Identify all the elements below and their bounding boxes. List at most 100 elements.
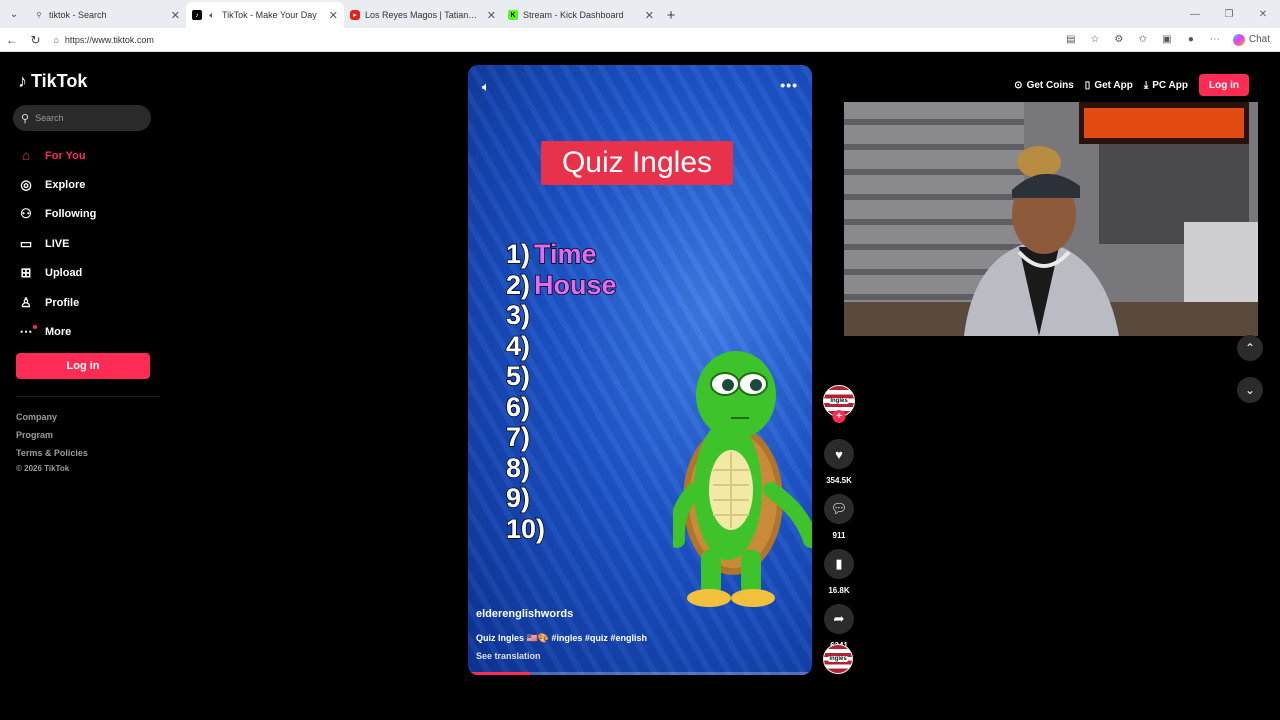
footer-link-company[interactable]: Company — [16, 408, 88, 426]
previous-video-button[interactable]: ⌃ — [1237, 335, 1263, 361]
following-icon: ⚇ — [20, 206, 32, 222]
like-action[interactable]: ♥ 354.5K — [821, 439, 857, 485]
quiz-item-number: 8) — [505, 452, 531, 483]
close-icon[interactable]: ✕ — [325, 9, 338, 22]
sidebar-login-button[interactable]: Log in — [16, 353, 150, 379]
share-icon[interactable]: ➦ — [824, 604, 854, 634]
sidebar-footer: Company Program Terms & Policies © 2026 … — [16, 408, 88, 476]
creator-avatar[interactable]: Inglés + — [823, 385, 855, 423]
site-info-icon[interactable]: ⌂ — [53, 35, 58, 45]
comment-count: 911 — [832, 531, 846, 540]
get-app-label: Get App — [1094, 79, 1133, 91]
profile-avatar-icon[interactable]: ● — [1181, 30, 1201, 50]
next-video-button[interactable]: ⌄ — [1237, 377, 1263, 403]
close-icon[interactable]: ✕ — [483, 9, 496, 22]
favorite-star-icon[interactable]: ☆ — [1085, 30, 1105, 50]
refresh-icon[interactable]: ↻ — [24, 28, 48, 52]
get-app-link[interactable]: ▯ Get App — [1085, 80, 1133, 91]
music-disc-avatar[interactable]: Inglés — [823, 644, 853, 674]
sidebar-item-upload[interactable]: ⊞ Upload — [17, 259, 167, 288]
extensions-icon[interactable]: ⚙ — [1109, 30, 1129, 50]
see-translation-link[interactable]: See translation — [476, 651, 541, 661]
tab-kick[interactable]: K Stream - Kick Dashboard ✕ — [502, 2, 660, 28]
save-action[interactable]: ▮ 16.8K — [821, 549, 857, 595]
tab-tiktok[interactable]: ♪ 🔈︎ TikTok - Make Your Day ✕ — [186, 2, 344, 28]
video-caption: Quiz Ingles 🇺🇸🎨 #ingles #quiz #english — [476, 633, 647, 643]
quiz-item-number: 7) — [505, 421, 531, 452]
quiz-item: 5) — [505, 360, 617, 391]
sidebar-item-label: Explore — [45, 179, 86, 192]
browser-window: ⌄ ⚲ tiktok - Search ✕ ♪ 🔈︎ TikTok - Make… — [0, 0, 1280, 720]
url-field[interactable]: ⌂ https://www.tiktok.com — [53, 30, 1060, 50]
close-window-icon[interactable]: ✕ — [1246, 0, 1280, 28]
avatar-badge: Inglés — [829, 398, 849, 404]
tab-tiktok-search[interactable]: ⚲ tiktok - Search ✕ — [28, 2, 186, 28]
quiz-item-number: 5) — [505, 360, 531, 391]
chevron-down-icon: ⌄ — [1244, 383, 1256, 397]
quiz-item-number: 10) — [505, 513, 546, 544]
webcam-overlay-image — [844, 102, 1258, 336]
get-coins-label: Get Coins — [1026, 79, 1074, 91]
search-input[interactable]: ⚲ Search — [13, 105, 151, 131]
sidebar-item-profile[interactable]: ♙ Profile — [17, 288, 167, 317]
tiktok-page: ♪ TikTok ⚲ Search ⌂ For You ◎ Explore ⚇ … — [3, 53, 1277, 686]
upload-icon: ⊞ — [20, 265, 32, 281]
close-icon[interactable]: ✕ — [167, 9, 180, 22]
sidebar-item-label: For You — [45, 149, 86, 162]
bookmark-icon[interactable]: ▮ — [824, 549, 854, 579]
restore-icon[interactable]: ❐ — [1212, 0, 1246, 28]
video-username[interactable]: elderenglishwords — [476, 608, 573, 620]
video-actions: Inglés + ♥ 354.5K 💬︎ 911 ▮ 16.8K ➦ 6341 — [821, 385, 857, 650]
comment-action[interactable]: 💬︎ 911 — [821, 494, 857, 540]
follow-plus-icon[interactable]: + — [832, 410, 846, 423]
footer-link-program[interactable]: Program — [16, 426, 88, 444]
quiz-item: 7) — [505, 421, 617, 452]
download-icon: ⤓ — [1143, 79, 1149, 91]
favorites-icon[interactable]: ✩ — [1133, 30, 1153, 50]
read-mode-icon[interactable]: ▤ — [1061, 30, 1081, 50]
quiz-item: 6) — [505, 391, 617, 422]
new-tab-button[interactable]: + — [660, 2, 682, 28]
video-player[interactable]: 🔈︎ ••• Quiz Ingles 1) Time 2) House 3) 4) 5) 6)… — [468, 65, 812, 675]
speaker-icon[interactable]: 🔈︎ — [207, 10, 217, 20]
sidebar-item-following[interactable]: ⚇ Following — [17, 200, 167, 229]
top-login-button[interactable]: Log in — [1199, 74, 1249, 96]
logo-text: TikTok — [31, 71, 88, 91]
heart-icon[interactable]: ♥ — [824, 439, 854, 469]
sidebar-item-live[interactable]: ▭ LIVE — [17, 229, 167, 258]
tab-title: TikTok - Make Your Day — [222, 10, 317, 20]
like-count: 354.5K — [826, 476, 852, 485]
volume-icon[interactable]: 🔈︎ — [482, 79, 490, 95]
quiz-item-word: House — [533, 269, 617, 300]
video-more-icon[interactable]: ••• — [780, 77, 798, 93]
comment-icon[interactable]: 💬︎ — [824, 494, 854, 524]
tab-actions-icon[interactable]: ⌄ — [0, 0, 28, 28]
search-icon: ⚲ — [21, 112, 30, 125]
quiz-item: 4) — [505, 330, 617, 361]
tiktok-logo[interactable]: ♪ TikTok — [18, 71, 87, 92]
collections-icon[interactable]: ▣ — [1157, 30, 1177, 50]
url-text: https://www.tiktok.com — [64, 34, 154, 45]
copilot-chat-button[interactable]: Chat — [1229, 30, 1274, 50]
quiz-item-number: 2) — [505, 269, 531, 300]
quiz-item: 2) House — [505, 269, 617, 300]
pc-app-link[interactable]: ⤓ PC App — [1144, 80, 1188, 91]
footer-link-terms[interactable]: Terms & Policies — [16, 444, 88, 462]
quiz-item-number: 1) — [505, 238, 531, 269]
sidebar-item-explore[interactable]: ◎ Explore — [17, 170, 167, 199]
menu-dots-icon[interactable]: ⋯ — [1205, 30, 1225, 50]
sidebar-item-more[interactable]: ⋯ More — [17, 317, 167, 346]
back-icon[interactable]: ← — [0, 28, 24, 52]
tab-youtube[interactable]: ▸ Los Reyes Magos | Tatiana | [Letra] ✕ — [344, 2, 502, 28]
tiktok-icon: ♪ — [192, 10, 202, 20]
close-icon[interactable]: ✕ — [641, 9, 654, 22]
quiz-title-banner: Quiz Ingles — [541, 141, 733, 185]
get-coins-link[interactable]: ⊙ Get Coins — [1014, 80, 1074, 91]
video-progress-bar[interactable] — [468, 672, 812, 675]
quiz-item-number: 6) — [505, 391, 531, 422]
sidebar-item-for-you[interactable]: ⌂ For You — [17, 141, 167, 170]
avatar-badge: Inglés — [828, 656, 848, 662]
minimize-icon[interactable]: — — [1178, 0, 1212, 28]
sidebar-divider — [16, 396, 160, 397]
address-bar: ← ↻ ⌂ https://www.tiktok.com ▤ ☆ ⚙ ✩ ▣ ●… — [0, 28, 1280, 52]
